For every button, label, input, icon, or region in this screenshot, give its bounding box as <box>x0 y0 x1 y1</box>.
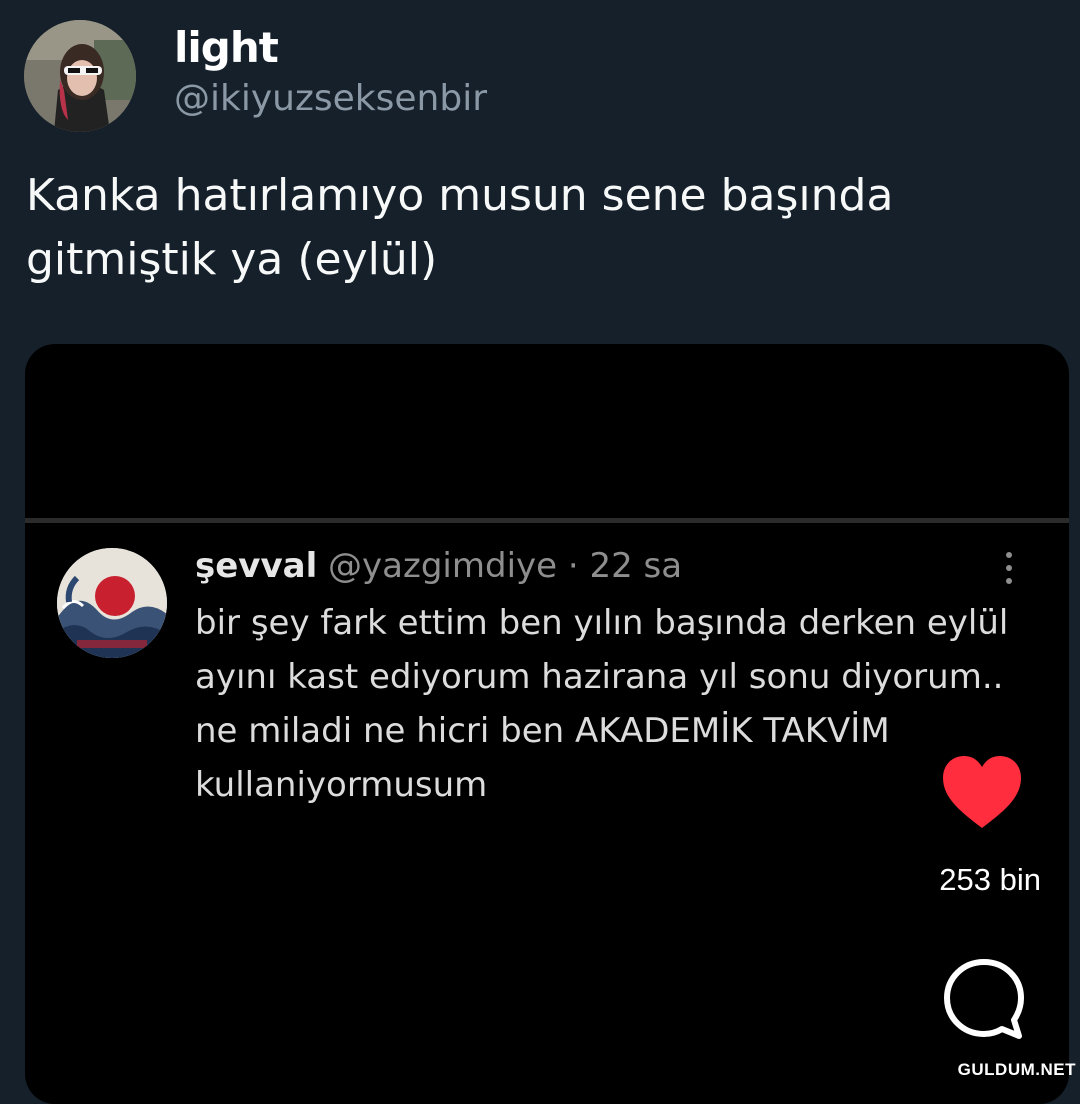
divider <box>25 518 1069 523</box>
comment-icon <box>944 959 1024 1039</box>
embedded-post-text: bir şey fark ettim ben yılın başında der… <box>195 603 1009 805</box>
like-count: 253 bin <box>939 862 1041 897</box>
wave-avatar-image <box>57 548 167 658</box>
embedded-avatar <box>57 548 167 658</box>
avatar-photo <box>24 20 136 132</box>
user-handle[interactable]: @ikiyuzseksenbir <box>174 76 487 122</box>
heart-icon <box>943 756 1021 828</box>
display-name[interactable]: light <box>174 22 279 74</box>
embedded-author-name: şevval <box>195 546 318 586</box>
tweet-media-image[interactable]: şevval @yazgimdiye · 22 sa bir şey fark … <box>25 344 1069 1104</box>
more-options-icon <box>1006 552 1012 584</box>
tweet-text: Kanka hatırlamıyo musun sene başında git… <box>26 170 894 285</box>
embedded-post-header: şevval @yazgimdiye · 22 sa <box>195 544 682 588</box>
embedded-author-meta: @yazgimdiye · 22 sa <box>328 546 683 586</box>
watermark: GULDUM.NET <box>957 1060 1076 1079</box>
avatar[interactable] <box>24 20 136 132</box>
